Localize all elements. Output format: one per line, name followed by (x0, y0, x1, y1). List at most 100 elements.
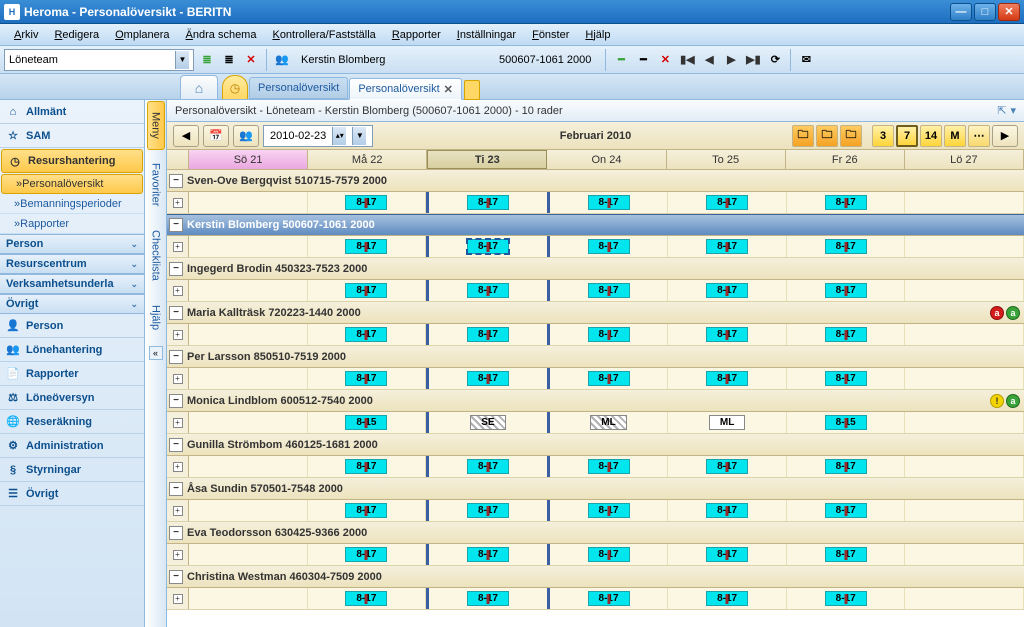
close-tab-icon[interactable]: ✕ (444, 83, 453, 96)
day-cell[interactable]: 8-17 (308, 500, 427, 521)
shift-block[interactable]: 8-17 (345, 371, 387, 386)
day-cell[interactable]: 8-17 (550, 324, 669, 345)
collapse-icon[interactable]: − (169, 394, 183, 408)
view-3-button[interactable]: 3 (872, 125, 894, 147)
day-cell[interactable]: ML (668, 412, 787, 433)
expand-cell[interactable]: + (167, 588, 189, 609)
shift-block[interactable]: 8-17 (345, 459, 387, 474)
collapse-icon[interactable]: − (169, 306, 183, 320)
shift-block[interactable]: 8-17 (825, 591, 867, 606)
delete-red-icon[interactable]: ✕ (242, 51, 260, 69)
shift-block[interactable]: 8-17 (706, 503, 748, 518)
day-cell[interactable]: 8-17 (426, 324, 550, 345)
person-header[interactable]: −Åsa Sundin 570501-7548 2000 (167, 478, 1024, 500)
person-header[interactable]: −Gunilla Strömbom 460125-1681 2000 (167, 434, 1024, 456)
shift-block[interactable]: 8-15 (345, 415, 387, 430)
expand-cell[interactable]: + (167, 412, 189, 433)
menu-inställningar[interactable]: Inställningar (449, 27, 524, 43)
collapse-icon[interactable]: − (169, 174, 183, 188)
menu-fönster[interactable]: Fönster (524, 27, 577, 43)
day-cell[interactable] (189, 588, 308, 609)
day-cell[interactable]: 8-17 (787, 192, 906, 213)
collapse-icon[interactable]: − (169, 482, 183, 496)
pin-icon[interactable]: ⇱ (997, 104, 1006, 117)
shift-block[interactable]: 8-17 (588, 195, 630, 210)
shift-block[interactable]: 8-17 (825, 195, 867, 210)
sidebar-item-allmant[interactable]: ⌂Allmänt (0, 100, 144, 124)
day-cell[interactable] (905, 456, 1024, 477)
day-cell[interactable]: 8-17 (787, 588, 906, 609)
sidebar-item-reserakning[interactable]: 🌐Reseräkning (0, 410, 144, 434)
day-cell[interactable]: 8-17 (550, 544, 669, 565)
shift-block[interactable]: 8-17 (467, 591, 509, 606)
folder-button-1[interactable]: 🗀 (792, 125, 814, 147)
menu-hjälp[interactable]: Hjälp (577, 27, 618, 43)
collapse-icon[interactable]: − (169, 438, 183, 452)
remove-red-icon[interactable]: ✕ (656, 51, 674, 69)
day-cell[interactable]: 8-17 (787, 324, 906, 345)
shift-block[interactable]: 8-17 (588, 503, 630, 518)
day-cell[interactable] (905, 412, 1024, 433)
list-green-icon[interactable]: ≣ (198, 51, 216, 69)
shift-block[interactable]: 8-17 (706, 591, 748, 606)
day-cell[interactable]: 8-17 (426, 280, 550, 301)
day-cell[interactable]: 8-15 (787, 412, 906, 433)
shift-block[interactable]: 8-17 (825, 283, 867, 298)
expand-cell[interactable]: + (167, 236, 189, 257)
day-cell[interactable]: 8-17 (426, 236, 550, 257)
sidebar-item-resurshantering[interactable]: ◷Resurshantering (1, 149, 143, 173)
day-cell[interactable]: 8-17 (787, 500, 906, 521)
vtab-meny[interactable]: Meny (147, 101, 165, 150)
collapse-sidebar-button[interactable]: « (149, 346, 163, 360)
day-cell[interactable] (189, 192, 308, 213)
sidebar-section-person[interactable]: Person⌄ (0, 234, 144, 254)
shift-block[interactable]: 8-17 (467, 195, 509, 210)
person-header[interactable]: −Maria Kallträsk 720223-1440 2000aa (167, 302, 1024, 324)
day-cell[interactable] (189, 236, 308, 257)
day-cell[interactable]: 8-17 (308, 368, 427, 389)
shift-block[interactable]: 8-17 (467, 327, 509, 342)
tab-personaloversikt-2[interactable]: Personalöversikt ✕ (349, 78, 462, 100)
minimize-button[interactable]: — (950, 3, 972, 21)
day-cell[interactable] (189, 368, 308, 389)
person-header[interactable]: −Monica Lindblom 600512-7540 2000!a (167, 390, 1024, 412)
sidebar-sub-rapporter[interactable]: » Rapporter (0, 214, 144, 234)
sidebar-item-lonehantering[interactable]: 👥Lönehantering (0, 338, 144, 362)
shift-block[interactable]: 8-17 (345, 195, 387, 210)
day-cell[interactable]: 8-17 (426, 500, 550, 521)
shift-block[interactable]: 8-17 (588, 547, 630, 562)
day-cell[interactable]: 8-17 (426, 544, 550, 565)
shift-block[interactable]: 8-17 (467, 459, 509, 474)
day-cell[interactable]: 8-17 (308, 280, 427, 301)
day-cell[interactable]: 8-17 (668, 588, 787, 609)
day-cell[interactable] (189, 280, 308, 301)
day-cell[interactable]: 8-17 (668, 324, 787, 345)
sidebar-item-administration[interactable]: ⚙Administration (0, 434, 144, 458)
shift-block[interactable]: ML (709, 415, 745, 430)
expand-cell[interactable]: + (167, 324, 189, 345)
shift-block[interactable]: 8-17 (588, 591, 630, 606)
bar-icon[interactable]: ━ (634, 51, 652, 69)
people-icon[interactable]: 👥 (273, 51, 291, 69)
shift-block[interactable]: 8-17 (706, 459, 748, 474)
day-cell[interactable]: 8-17 (668, 280, 787, 301)
day-cell[interactable]: 8-17 (550, 280, 669, 301)
close-button[interactable]: ✕ (998, 3, 1020, 21)
day-header[interactable]: Sö 21 (189, 150, 308, 169)
person-header[interactable]: −Sven-Ove Bergqvist 510715-7579 2000 (167, 170, 1024, 192)
refresh-icon[interactable]: ⟳ (766, 51, 784, 69)
date-spin-icon[interactable]: ▴▾ (332, 127, 346, 145)
collapse-icon[interactable]: − (169, 350, 183, 364)
day-header[interactable]: To 25 (667, 150, 786, 169)
menu-redigera[interactable]: Redigera (46, 27, 107, 43)
shift-block[interactable]: 8-17 (825, 459, 867, 474)
day-cell[interactable]: ML (550, 412, 669, 433)
history-tab[interactable]: ◷ (222, 75, 248, 99)
day-header[interactable]: Lö 27 (905, 150, 1024, 169)
new-tab-button[interactable] (464, 80, 480, 100)
person-header[interactable]: −Ingegerd Brodin 450323-7523 2000 (167, 258, 1024, 280)
day-cell[interactable] (189, 544, 308, 565)
shift-block[interactable]: 8-17 (825, 547, 867, 562)
person-header[interactable]: −Per Larsson 850510-7519 2000 (167, 346, 1024, 368)
vtab-hjalp[interactable]: Hjälp (147, 294, 165, 341)
